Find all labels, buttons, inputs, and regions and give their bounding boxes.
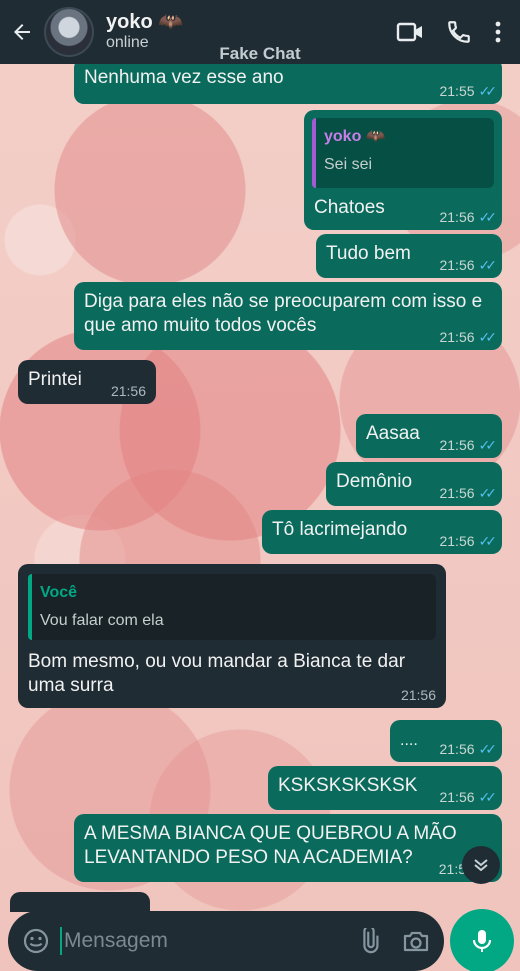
- double-check-icon: ✓✓: [478, 257, 498, 273]
- message-outgoing[interactable]: Aasaa 21:56 ✓✓: [356, 414, 502, 458]
- quoted-message[interactable]: yoko 🦇 Sei sei: [312, 118, 494, 188]
- message-text: Tô lacrimejando: [272, 519, 408, 540]
- message-text: Printei: [28, 369, 82, 390]
- double-check-icon: ✓✓: [478, 485, 498, 501]
- double-check-icon: ✓✓: [478, 209, 498, 225]
- message-time: 21:56: [439, 257, 475, 273]
- message-time: 21:56: [439, 329, 475, 345]
- message-outgoing[interactable]: Tô lacrimejando 21:56 ✓✓: [262, 510, 502, 554]
- message-time: 21:56: [400, 687, 436, 703]
- quoted-author: Você: [40, 584, 78, 601]
- message-outgoing[interactable]: yoko 🦇 Sei sei Chatoes 21:56 ✓✓: [304, 110, 502, 230]
- message-text: Diga para eles não se preocuparem com is…: [84, 291, 483, 336]
- message-text: KSKSKSKSKSK: [278, 775, 418, 796]
- message-outgoing[interactable]: Nenhuma vez esse ano 21:55 ✓✓: [74, 58, 502, 104]
- double-check-icon: ✓✓: [478, 533, 498, 549]
- quoted-author: yoko 🦇: [324, 128, 386, 145]
- message-outgoing[interactable]: Tudo bem 21:56 ✓✓: [316, 234, 502, 278]
- message-incoming[interactable]: Printei 21:56: [18, 360, 156, 404]
- double-check-icon: ✓✓: [478, 741, 498, 757]
- message-time: 21:55: [439, 83, 475, 99]
- attach-icon[interactable]: [356, 928, 382, 954]
- message-text: A MESMA BIANCA QUE QUEBROU A MÃO LEVANTA…: [84, 823, 457, 868]
- quoted-text: Sei sei: [324, 156, 373, 173]
- message-text: Bom mesmo, ou vou mandar a Bianca te dar…: [28, 651, 406, 696]
- message-outgoing[interactable]: Diga para eles não se preocuparem com is…: [74, 282, 502, 350]
- double-check-icon: ✓✓: [478, 329, 498, 345]
- message-text: Tudo bem: [326, 243, 411, 264]
- more-options-icon[interactable]: [494, 20, 502, 44]
- message-time: 21:56: [439, 533, 475, 549]
- message-time: 21:56: [439, 437, 475, 453]
- scroll-down-icon: [474, 859, 488, 872]
- message-incoming-partial[interactable]: [10, 892, 150, 912]
- message-outgoing[interactable]: A MESMA BIANCA QUE QUEBROU A MÃO LEVANTA…: [74, 814, 502, 882]
- scroll-down-button[interactable]: [462, 846, 500, 884]
- message-time: 21:56: [439, 789, 475, 805]
- message-time: 21:56: [439, 209, 475, 225]
- voice-record-button[interactable]: [450, 909, 514, 971]
- phone-icon[interactable]: [446, 19, 472, 45]
- message-incoming[interactable]: Você Vou falar com ela Bom mesmo, ou vou…: [18, 564, 446, 708]
- quoted-message[interactable]: Você Vou falar com ela: [28, 574, 436, 640]
- message-time: 21:56: [439, 485, 475, 501]
- quoted-text: Vou falar com ela: [40, 612, 164, 629]
- message-text: Demônio: [336, 471, 413, 492]
- message-text: Nenhuma vez esse ano: [84, 67, 284, 88]
- contact-name: yoko 🦇: [106, 11, 184, 33]
- message-outgoing[interactable]: Demônio 21:56 ✓✓: [326, 462, 502, 506]
- message-text: ....: [400, 732, 418, 749]
- message-text: Aasaa: [366, 423, 420, 444]
- message-input[interactable]: [64, 929, 356, 953]
- message-outgoing[interactable]: .... 21:56 ✓✓: [390, 720, 502, 762]
- message-outgoing[interactable]: KSKSKSKSKSK 21:56 ✓✓: [268, 766, 502, 810]
- message-time: 21:56: [110, 383, 146, 399]
- message-composer: [8, 911, 444, 971]
- double-check-icon: ✓✓: [478, 83, 498, 99]
- app-label: Fake Chat: [219, 44, 301, 63]
- double-check-icon: ✓✓: [478, 789, 498, 805]
- double-check-icon: ✓✓: [478, 437, 498, 453]
- message-time: 21:56: [439, 741, 475, 757]
- mic-icon: [472, 930, 492, 952]
- camera-icon[interactable]: [402, 928, 430, 954]
- video-call-icon[interactable]: [396, 20, 424, 44]
- emoji-icon[interactable]: [22, 927, 50, 955]
- text-cursor: [60, 927, 62, 955]
- back-arrow-icon: [14, 24, 30, 40]
- message-text: Chatoes: [314, 197, 385, 218]
